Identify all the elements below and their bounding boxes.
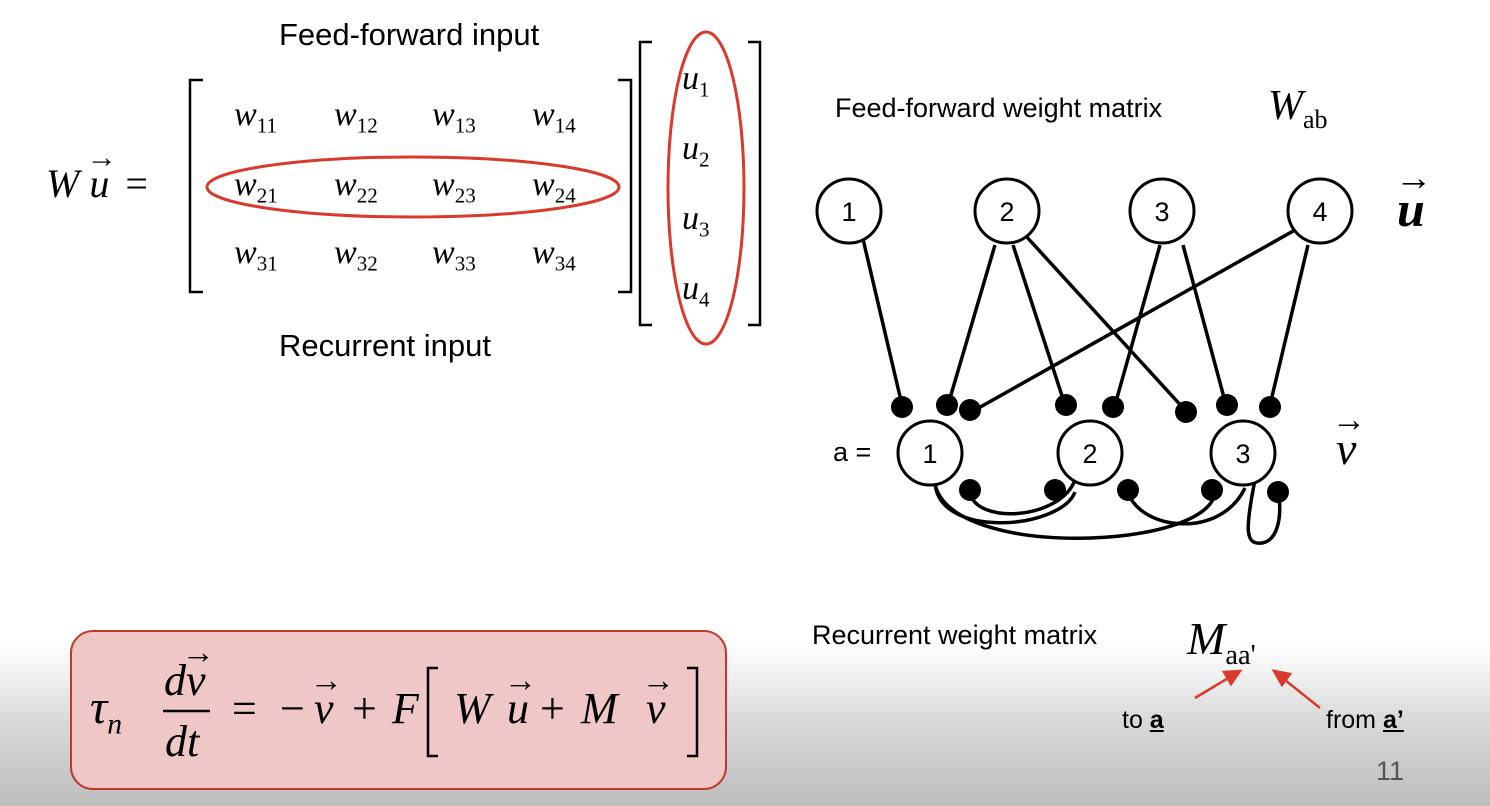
feedforward-matrix-title: Feed-forward weight matrix: [835, 93, 1163, 123]
equation-u: u: [507, 683, 529, 734]
input-node-2-label: 2: [999, 197, 1014, 227]
w-cell-31: w31: [234, 234, 278, 276]
lhs-expression: W u =: [46, 160, 148, 207]
w-cell-32: w32: [334, 234, 378, 276]
output-node-1-label: 1: [922, 439, 937, 469]
u-entry-2: u2: [682, 130, 710, 172]
lhs-equals: =: [125, 161, 148, 206]
u-entry-4: u4: [682, 270, 710, 312]
equation-minus: −: [280, 684, 305, 733]
input-node-3-label: 3: [1154, 197, 1169, 227]
input-vector-label: u: [1397, 180, 1425, 238]
index-arrows: [1194, 669, 1321, 709]
w-cell-22: w22: [334, 166, 378, 208]
input-node-circles: [815, 177, 1354, 245]
u-entry-1: u1: [682, 60, 710, 102]
w-cell-33: w33: [432, 234, 476, 276]
w-cell-23: w23: [432, 166, 476, 208]
equation-W: W: [454, 684, 491, 733]
equation-v1: v: [314, 683, 334, 734]
lhs-u-vector: u: [89, 160, 109, 207]
w-cell-11: w11: [234, 96, 277, 138]
recurrent-connections: [933, 479, 1282, 545]
w-cell-21: w21: [234, 166, 278, 208]
u-entry-3: u3: [682, 200, 710, 242]
equation-equals: =: [232, 684, 257, 733]
equation-numerator: dv: [164, 655, 206, 706]
from-a-prime-label: from a’: [1326, 706, 1404, 734]
to-a-label: to a: [1122, 706, 1164, 734]
output-node-2-label: 2: [1082, 439, 1097, 469]
recurrent-matrix-title: Recurrent weight matrix: [812, 620, 1098, 650]
w-cell-24: w24: [532, 166, 576, 208]
recurrent-matrix-symbol: Maa': [1187, 613, 1256, 671]
input-node-1-label: 1: [841, 197, 856, 227]
feedforward-matrix-symbol: Wab: [1268, 83, 1328, 135]
output-vector-label: v: [1336, 422, 1356, 475]
equation-plus2: +: [540, 684, 565, 733]
output-node-3-label: 3: [1235, 439, 1250, 469]
feedforward-connections: [861, 228, 1310, 412]
equation-M: M: [581, 684, 618, 733]
equation-tau: τn: [90, 681, 123, 741]
input-node-4-label: 4: [1312, 197, 1327, 227]
lhs-w: W: [46, 161, 80, 206]
equation-denominator: dt: [165, 717, 200, 766]
equation-F: F: [392, 684, 419, 733]
slide-canvas: 1 2 3 4 1 2 3: [70, 30, 1354, 790]
feedforward-input-label: Feed-forward input: [279, 17, 540, 52]
w-cell-14: w14: [532, 96, 576, 138]
recurrent-input-label: Recurrent input: [279, 328, 491, 363]
w-cell-12: w12: [334, 96, 378, 138]
equation-v2: v: [646, 683, 666, 734]
page-number: 11: [1376, 756, 1405, 786]
equation-plus1: +: [352, 684, 377, 733]
output-index-prefix: a =: [833, 437, 872, 467]
w-cell-34: w34: [532, 234, 576, 276]
w-cell-13: w13: [432, 96, 476, 138]
